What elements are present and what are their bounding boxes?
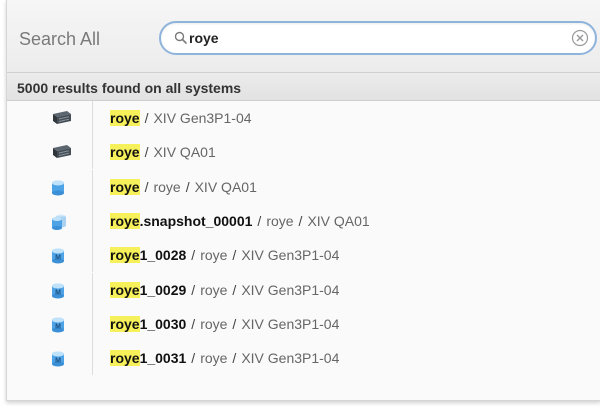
result-text: roye1_0028/roye / XIV Gen3P1-04 [110,247,340,264]
path-separator: / [144,178,149,195]
result-text: roye1_0031/roye / XIV Gen3P1-04 [110,350,340,367]
search-panel: Search All 5000 results found on all sys… [6,0,600,401]
result-name[interactable]: roye [110,178,140,195]
svg-text:M: M [55,289,61,296]
result-text: roye / XIV Gen3P1-04 [110,110,252,126]
results-list: roye / XIV Gen3P1-04 roye / XIV QA01 roye / roye… [7,101,600,381]
result-icon-cell: M [28,238,93,273]
svg-text:M: M [55,255,61,262]
result-name-suffix: 1_0031 [139,350,187,367]
result-path-segment: XIV Gen3P1-04 [153,110,252,126]
path-separator: / [144,144,149,161]
result-icon-cell [28,101,93,135]
result-path-segment: XIV Gen3P1-04 [241,247,340,264]
result-icon-cell [28,135,93,170]
results-summary: 5000 results found on all systems [7,73,600,101]
path-separator: / [232,315,237,332]
search-icon [174,31,187,44]
result-row[interactable]: roye / XIV Gen3P1-04 [7,101,600,135]
result-name-suffix: .snapshot_00001 [139,212,253,229]
match-highlight: roye [110,281,140,298]
result-text: roye1_0030/roye / XIV Gen3P1-04 [110,315,340,332]
result-row[interactable]: Mroye1_0031/roye / XIV Gen3P1-04 [7,341,600,376]
result-path-segment: roye [266,212,294,229]
path-separator: / [232,247,237,264]
path-separator: / [185,178,190,195]
result-text: roye / XIV QA01 [110,144,216,161]
match-highlight: roye [110,315,140,332]
search-all-label: Search All [19,29,101,49]
result-path-segment: roye [200,281,228,298]
result-path-segment: XIV Gen3P1-04 [241,315,340,332]
search-input[interactable] [189,27,549,49]
result-name-suffix: 1_0030 [139,315,187,332]
result-name[interactable]: roye1_0028 [110,247,187,264]
svg-text:M: M [55,358,61,365]
result-path-segment: XIV QA01 [153,144,216,161]
result-name-suffix: 1_0029 [139,281,187,298]
path-separator: / [144,110,149,126]
path-separator: / [232,350,237,367]
result-text: roye.snapshot_00001/roye / XIV QA01 [110,212,370,229]
result-name[interactable]: roye1_0029 [110,281,187,298]
result-row[interactable]: Mroye1_0028/roye / XIV Gen3P1-04 [7,238,600,273]
result-row[interactable]: roye.snapshot_00001/roye / XIV QA01 [7,203,600,238]
clear-search-icon[interactable] [571,29,589,47]
result-icon-cell: M [28,341,93,376]
result-row[interactable]: roye / XIV QA01 [7,135,600,170]
result-path-segment: roye [200,315,228,332]
result-path-segment: XIV QA01 [307,212,370,229]
result-icon-cell: M [28,272,93,307]
path-separator: / [232,281,237,298]
svg-text:M: M [55,323,61,330]
result-name[interactable]: roye.snapshot_00001 [110,212,253,229]
results-summary-text: 5000 results found on all systems [17,80,242,96]
result-row[interactable]: roye / roye / XIV QA01 [7,169,600,204]
search-bar: Search All [7,0,600,73]
result-name[interactable]: roye1_0030 [110,315,187,332]
result-path-segment: roye [200,247,228,264]
match-highlight: roye [110,212,140,229]
result-row[interactable]: Mroye1_0029/roye / XIV Gen3P1-04 [7,272,600,307]
path-separator: / [191,350,196,367]
result-icon-cell [28,169,93,204]
result-path-segment: roye [200,350,228,367]
match-highlight: roye [110,144,140,161]
search-box[interactable] [159,21,597,55]
path-separator: / [257,212,262,229]
match-highlight: roye [110,178,140,195]
path-separator: / [191,281,196,298]
result-path-segment: XIV Gen3P1-04 [241,281,340,298]
result-path-segment: XIV QA01 [194,178,257,195]
match-highlight: roye [110,350,140,367]
result-row[interactable]: Mroye1_0030/roye / XIV Gen3P1-04 [7,306,600,341]
path-separator: / [298,212,303,229]
path-separator: / [191,315,196,332]
match-highlight: roye [110,247,140,264]
result-name-suffix: 1_0028 [139,247,187,264]
result-name[interactable]: roye [110,144,140,161]
match-highlight: roye [110,110,140,126]
path-separator: / [191,247,196,264]
result-path-segment: roye [153,178,181,195]
result-text: roye / roye / XIV QA01 [110,178,257,195]
result-icon-cell [28,203,93,238]
result-text: roye1_0029/roye / XIV Gen3P1-04 [110,281,340,298]
result-name[interactable]: roye [110,110,140,126]
result-icon-cell: M [28,306,93,341]
result-name[interactable]: roye1_0031 [110,350,187,367]
result-path-segment: XIV Gen3P1-04 [241,350,340,367]
